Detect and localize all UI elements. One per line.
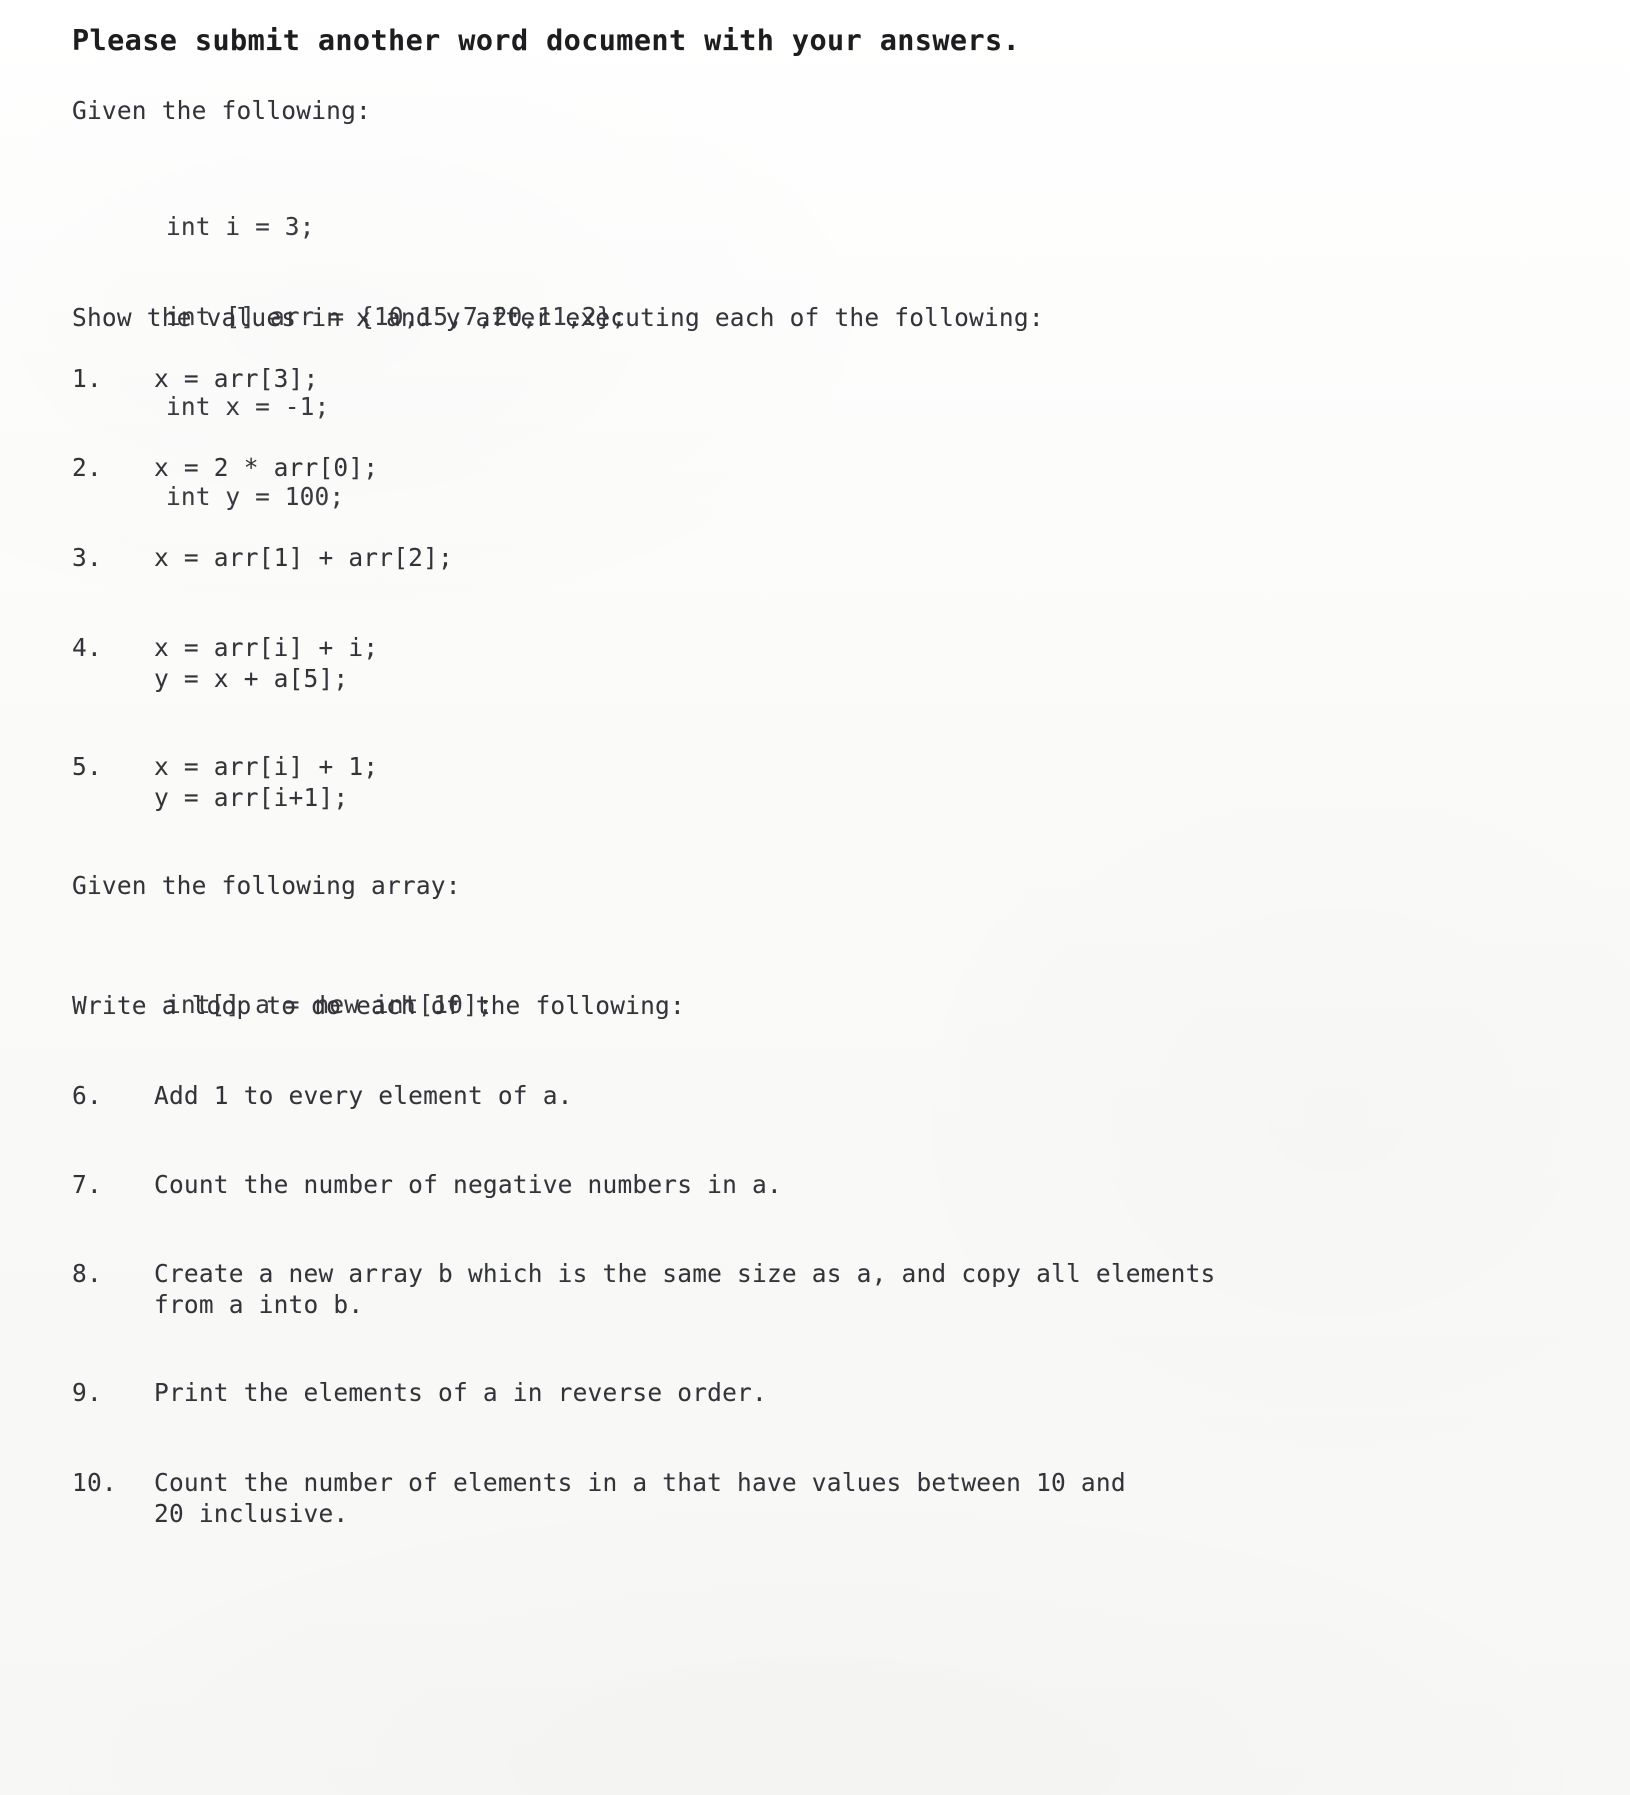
list-item-number: 5. xyxy=(72,752,102,781)
list-item-text: x = arr[1] + arr[2]; xyxy=(154,543,454,572)
list-item-text: Print the elements of a in reverse order… xyxy=(154,1378,767,1407)
section-one-instruction: Show the values in x and y after executi… xyxy=(72,303,1044,332)
list-item-line: Count the number of elements in a that h… xyxy=(154,1468,1126,1497)
list-item-number: 2. xyxy=(72,453,102,482)
section-one-intro: Given the following: xyxy=(72,96,372,125)
code-line: int i = 3; xyxy=(166,212,315,241)
code-line: int x = -1; xyxy=(166,392,330,421)
code-line: int y = 100; xyxy=(166,482,345,511)
list-item-number: 4. xyxy=(72,633,102,662)
list-item: 7. Count the number of negative numbers … xyxy=(72,1169,782,1200)
list-item: 2. x = 2 * arr[0]; xyxy=(72,452,378,483)
list-item: 4. x = arr[i] + i; y = x + a[5]; xyxy=(72,632,378,694)
list-item-text: x = arr[3]; xyxy=(154,364,319,393)
list-item-number: 3. xyxy=(72,543,102,572)
section-two-intro: Given the following array: xyxy=(72,871,461,900)
list-item-line: Create a new array b which is the same s… xyxy=(154,1259,1216,1288)
list-item-line: y = x + a[5]; xyxy=(154,664,349,693)
list-item: 3. x = arr[1] + arr[2]; xyxy=(72,542,453,573)
page-title: Please submit another word document with… xyxy=(72,24,1021,57)
list-item: 8. Create a new array b which is the sam… xyxy=(72,1258,1215,1320)
list-item-text: x = 2 * arr[0]; xyxy=(154,453,379,482)
list-item: 9. Print the elements of a in reverse or… xyxy=(72,1377,767,1408)
list-item-text: Add 1 to every element of a. xyxy=(154,1081,573,1110)
list-item-line: x = arr[i] + 1; xyxy=(154,752,379,781)
list-item-number: 8. xyxy=(72,1259,102,1288)
list-item-line: 20 inclusive. xyxy=(154,1499,349,1528)
list-item: 10. Count the number of elements in a th… xyxy=(72,1467,1126,1529)
list-item-line: from a into b. xyxy=(154,1290,364,1319)
list-item-number: 7. xyxy=(72,1170,102,1199)
list-item-number: 9. xyxy=(72,1378,102,1407)
list-item-text: x = arr[i] + i; y = x + a[5]; xyxy=(154,632,378,694)
section-two-instruction: Write a loop to do each of the following… xyxy=(72,991,685,1020)
list-item-number: 1. xyxy=(72,364,102,393)
list-item: 5. x = arr[i] + 1; y = arr[i+1]; xyxy=(72,751,378,813)
list-item-number: 6. xyxy=(72,1081,102,1110)
list-item-text: x = arr[i] + 1; y = arr[i+1]; xyxy=(154,751,378,813)
list-item-text: Count the number of elements in a that h… xyxy=(154,1467,1126,1529)
list-item-text: Count the number of negative numbers in … xyxy=(154,1170,782,1199)
list-item-number: 10. xyxy=(72,1468,117,1497)
list-item-text: Create a new array b which is the same s… xyxy=(154,1258,1215,1320)
section-one-code-block: int i = 3; int [] arr = {10,15,7,20,11,2… xyxy=(166,152,626,572)
list-item: 6. Add 1 to every element of a. xyxy=(72,1080,573,1111)
list-item-line: x = arr[i] + i; xyxy=(154,633,379,662)
list-item: 1. x = arr[3]; xyxy=(72,363,318,394)
list-item-line: y = arr[i+1]; xyxy=(154,783,349,812)
